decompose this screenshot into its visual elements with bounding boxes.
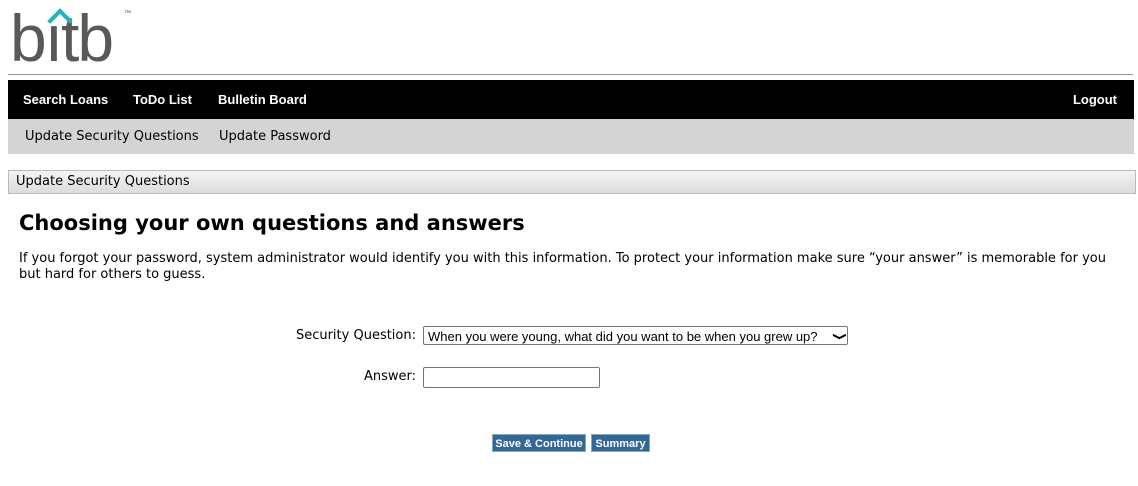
logout-link[interactable]: Logout <box>1073 92 1117 107</box>
security-question-label: Security Question: <box>295 328 416 343</box>
selected-question: When you were young, what did you want t… <box>428 329 818 344</box>
chevron-down-icon: ❯ <box>831 332 846 341</box>
section-header: Update Security Questions <box>8 170 1136 194</box>
nav-search-loans[interactable]: Search Loans <box>23 92 108 107</box>
security-question-select[interactable]: When you were young, what did you want t… <box>423 326 848 345</box>
header-divider <box>8 74 1133 75</box>
bitb-logo: bıtb ™ <box>10 1 131 75</box>
answer-input[interactable] <box>423 367 600 388</box>
main-nav: Search Loans ToDo List Bulletin Board Lo… <box>8 80 1134 119</box>
intro-text: If you forgot your password, system admi… <box>19 251 1106 282</box>
nav-bulletin-board[interactable]: Bulletin Board <box>218 92 307 107</box>
subnav-update-security-questions[interactable]: Update Security Questions <box>25 129 199 144</box>
sub-nav: Update Security Questions Update Passwor… <box>8 119 1134 154</box>
summary-button[interactable]: Summary <box>591 434 650 452</box>
answer-label: Answer: <box>363 369 416 384</box>
nav-todo-list[interactable]: ToDo List <box>133 92 192 107</box>
save-continue-button[interactable]: Save & Continue <box>492 434 586 452</box>
subnav-update-password[interactable]: Update Password <box>219 129 331 144</box>
page-title: Choosing your own questions and answers <box>19 211 525 235</box>
